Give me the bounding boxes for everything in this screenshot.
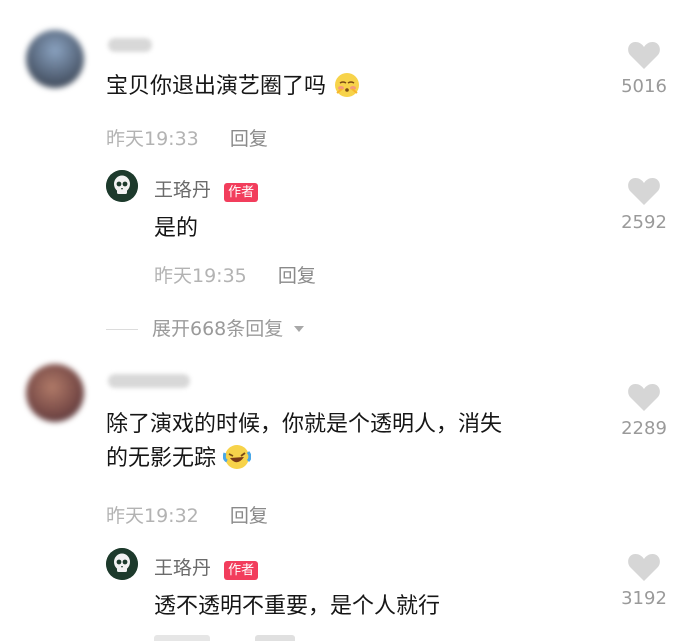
shy-face-emoji [335,73,360,97]
like-count: 5016 [621,76,667,97]
reply-meta-cutoff [154,634,334,641]
skull-avatar-icon [106,548,138,580]
author-avatar[interactable] [106,170,138,202]
laughing-tears-emoji [223,445,252,469]
reply-button[interactable]: 回复 [230,505,268,527]
reply-time: 昨天19:35 [154,265,247,287]
reply-text: 透不透明不重要，是个人就行 [154,594,441,619]
like-count: 2592 [621,212,667,233]
author-name[interactable]: 王珞丹 [154,179,211,201]
commenter-avatar[interactable] [26,30,84,88]
like-button[interactable]: 5016 [609,40,679,97]
like-button[interactable]: 2592 [609,176,679,233]
caret-down-icon [294,326,305,332]
reply-button[interactable]: 回复 [278,265,316,287]
comment-text-line: 除了演戏的时候，你就是个透明人，消失 [106,412,503,437]
like-count: 3192 [621,588,667,609]
comment-meta: 昨天19:33 回复 [106,124,268,151]
like-button[interactable]: 3192 [609,552,679,609]
author-avatar[interactable] [106,548,138,580]
expand-replies-button[interactable]: 展开668条回复 [106,314,305,341]
commenter-avatar[interactable] [26,364,84,422]
comment-meta: 昨天19:32 回复 [106,501,268,528]
author-header: 王珞丹 作者 [154,553,259,580]
commenter-name-blurred[interactable] [108,374,190,388]
author-header: 王珞丹 作者 [154,175,259,202]
commenter-name-blurred[interactable] [108,38,152,52]
reply-meta: 昨天19:35 回复 [154,261,316,288]
skull-avatar-icon [106,170,138,202]
expand-divider [106,329,138,330]
author-badge: 作者 [224,561,259,580]
like-count: 2289 [621,418,667,439]
comment-time: 昨天19:33 [106,128,199,150]
comment-text: 宝贝你退出演艺圈了吗 [106,70,361,104]
heart-icon [628,384,660,411]
comment-time: 昨天19:32 [106,505,199,527]
heart-icon [628,42,660,69]
like-button[interactable]: 2289 [609,382,679,439]
comment-text-line: 的无影无踪 [106,442,596,476]
author-name[interactable]: 王珞丹 [154,557,211,579]
heart-icon [628,554,660,581]
comment-text: 除了演戏的时候，你就是个透明人，消失 的无影无踪 [106,408,596,476]
heart-icon [628,178,660,205]
reply-button[interactable]: 回复 [230,128,268,150]
reply-text: 是的 [154,216,199,241]
author-badge: 作者 [224,183,259,202]
